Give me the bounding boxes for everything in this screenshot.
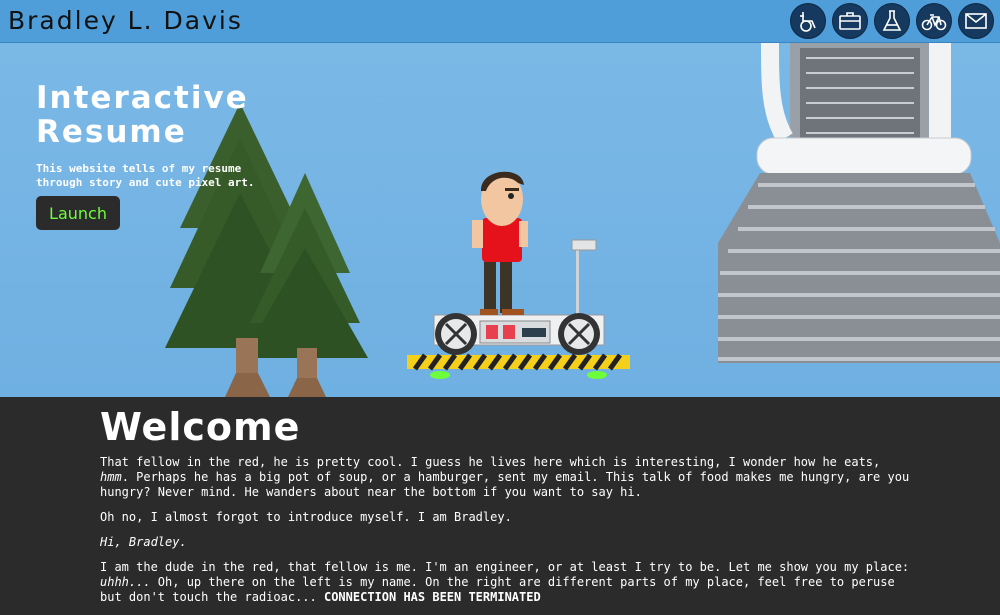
bradley-character: [472, 171, 528, 315]
paragraph-4: I am the dude in the red, that fellow is…: [100, 560, 910, 605]
nav-hobbies-button[interactable]: [916, 3, 952, 39]
p1-text-a: That fellow in the red, he is pretty coo…: [100, 455, 881, 469]
welcome-section: Welcome That fellow in the red, he is pr…: [0, 397, 1000, 604]
mail-icon: [965, 13, 987, 29]
p4-emphasis: uhhh...: [100, 575, 151, 589]
nav-lab-button[interactable]: [874, 3, 910, 39]
top-bar: Bradley L. Davis: [0, 0, 1000, 43]
p1-emphasis: hmm: [100, 470, 122, 484]
briefcase-icon: [839, 12, 861, 30]
p4-text-a: I am the dude in the red, that fellow is…: [100, 560, 910, 574]
site-title[interactable]: Bradley L. Davis: [8, 6, 243, 35]
hero-desc-line1: This website tells of my resume: [36, 162, 242, 175]
hero-description: This website tells of my resume through …: [36, 162, 266, 190]
nav-icons: [790, 3, 994, 39]
welcome-copy: That fellow in the red, he is pretty coo…: [100, 455, 910, 615]
welcome-heading: Welcome: [100, 405, 301, 449]
p3-emphasis: Hi, Bradley.: [100, 535, 187, 549]
rocket-tower: [718, 43, 1000, 363]
hero-scene: Interactive Resume This website tells of…: [0, 43, 1000, 397]
wheelchair-icon: [800, 12, 816, 32]
flask-icon: [882, 10, 902, 31]
nav-wheelchair-button[interactable]: [790, 3, 826, 39]
hero-title-line1: Interactive: [36, 80, 249, 116]
bicycle-icon: [921, 14, 947, 31]
nav-work-button[interactable]: [832, 3, 868, 39]
hero-title-line2: Resume: [36, 114, 187, 150]
paragraph-1: That fellow in the red, he is pretty coo…: [100, 455, 910, 500]
paragraph-2: Oh no, I almost forgot to introduce myse…: [100, 510, 512, 524]
hero-desc-line2: through story and cute pixel art.: [36, 176, 255, 189]
nav-contact-button[interactable]: [958, 3, 994, 39]
paragraph-3: Hi, Bradley.: [100, 535, 910, 550]
launch-button[interactable]: Launch: [36, 196, 120, 230]
p1-text-b: . Perhaps he has a big pot of soup, or a…: [100, 470, 910, 499]
p4-strong: CONNECTION HAS BEEN TERMINATED: [323, 590, 541, 604]
hero-title: Interactive Resume: [36, 81, 296, 149]
